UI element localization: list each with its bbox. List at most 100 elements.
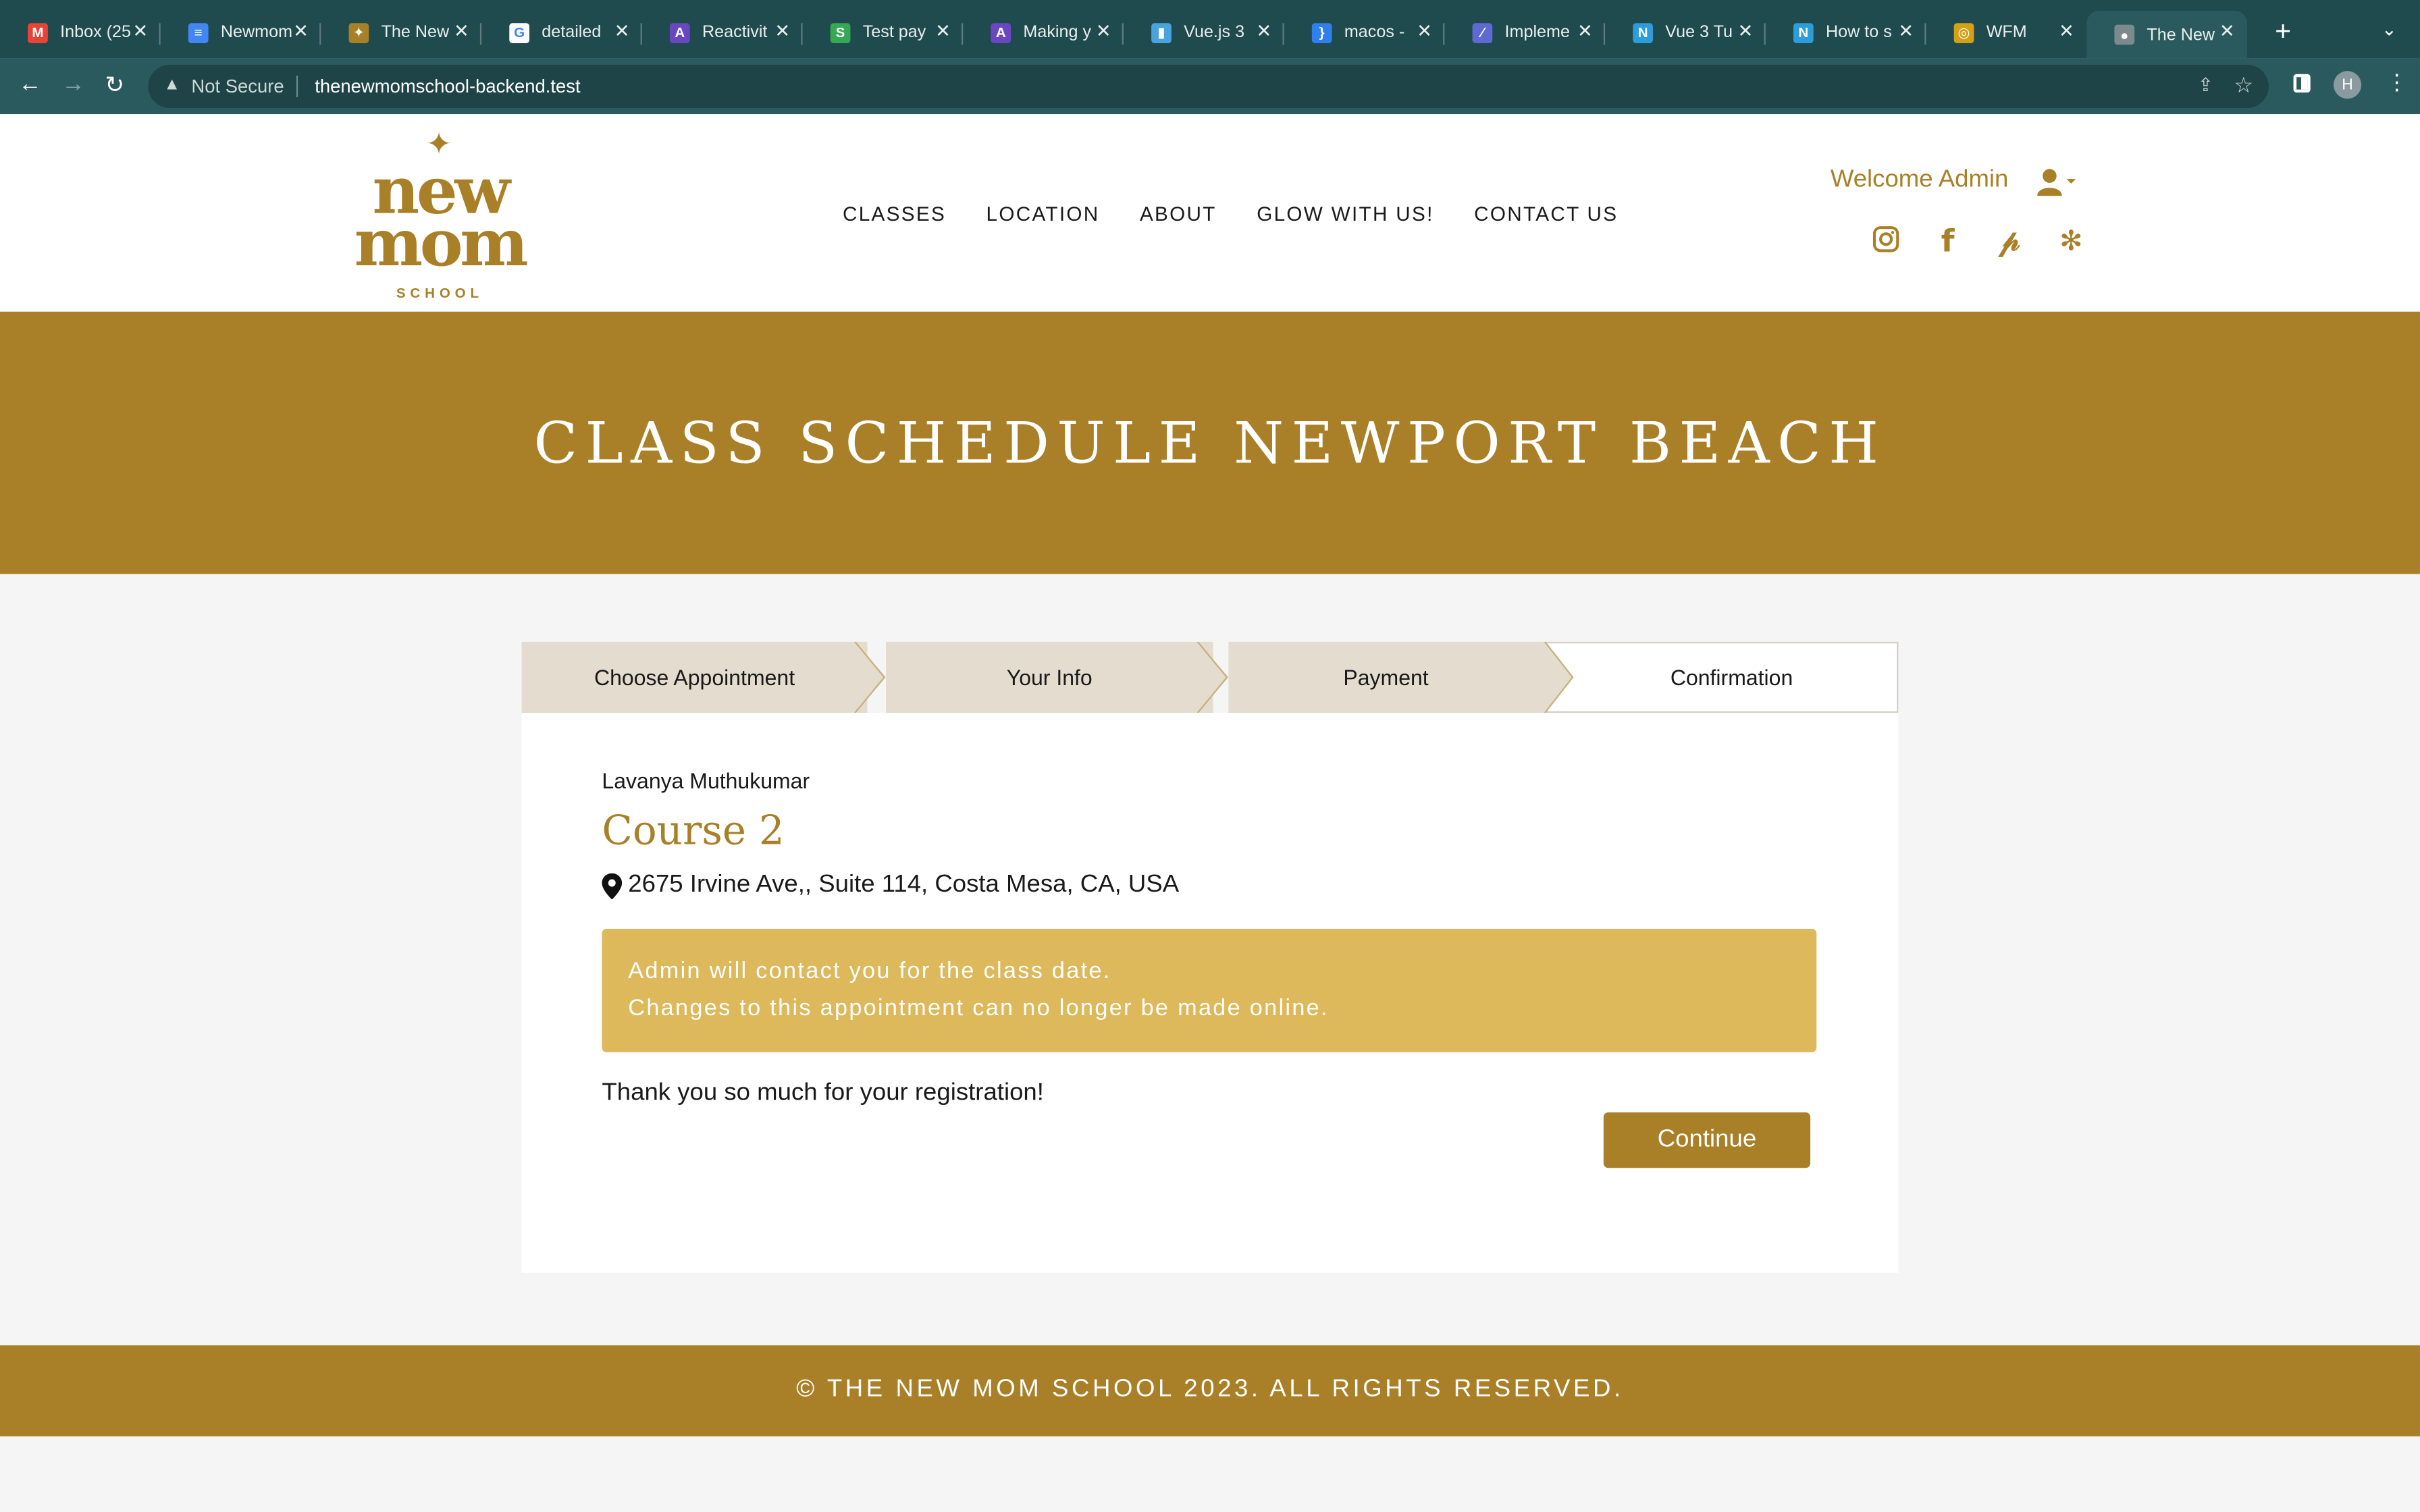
astro-icon: A xyxy=(991,22,1011,43)
main-nav: CLASSES LOCATION ABOUT GLOW WITH US! CON… xyxy=(843,202,1658,225)
browser-tab[interactable]: M Inbox (25 ✕ xyxy=(0,11,161,54)
browser-tab[interactable]: ≡ Newmom ✕ xyxy=(161,11,321,54)
tab-title: The New xyxy=(381,23,450,42)
site-logo[interactable]: ✦ new mom SCHOOL xyxy=(336,126,543,304)
browser-tabstrip: M Inbox (25 ✕ ≡ Newmom ✕ ✦ The New ✕ Gdetailed ✕ A R… xyxy=(0,0,2420,59)
thank-you-text: Thank you so much for your registration! xyxy=(602,1079,1044,1106)
reload-icon[interactable]: ↻ xyxy=(105,71,124,99)
tab-close-icon[interactable]: ✕ xyxy=(2219,20,2235,42)
browser-tab[interactable]: ▮ Vue.js 3 ✕ xyxy=(1124,11,1284,54)
tab-title: detailed xyxy=(542,23,602,42)
browser-toolbar: ← → ↻ ▲ Not Secure thenewmomschool-backe… xyxy=(0,58,2420,115)
step-label: Confirmation xyxy=(1670,665,1793,690)
browser-tab[interactable]: A Reactivit ✕ xyxy=(642,11,803,54)
tab-title: How to s xyxy=(1825,23,1892,42)
nav-glow-with-us[interactable]: GLOW WITH US! xyxy=(1257,202,1433,225)
yelp-icon[interactable]: ✻ xyxy=(2056,225,2087,256)
site-header: ✦ new mom SCHOOL CLASSES LOCATION ABOUT … xyxy=(0,114,2420,312)
tab-title: Vue 3 Tu xyxy=(1665,23,1733,42)
browser-tab[interactable]: ◎ WFM ✕ xyxy=(1926,11,2087,54)
new-tab-button[interactable]: + xyxy=(2275,16,2291,48)
url-text[interactable]: thenewmomschool-backend.test xyxy=(315,76,580,97)
hero-banner: CLASS SCHEDULE NEWPORT BEACH xyxy=(0,311,2420,574)
tab-close-icon[interactable]: ✕ xyxy=(454,20,469,42)
tab-close-icon[interactable]: ✕ xyxy=(1898,20,1914,42)
tab-close-icon[interactable]: ✕ xyxy=(1417,20,1432,42)
browser-tab[interactable]: N How to s ✕ xyxy=(1766,11,1926,54)
chart-icon: ▮ xyxy=(1151,22,1172,43)
tab-close-icon[interactable]: ✕ xyxy=(1738,20,1754,42)
tab-close-icon[interactable]: ✕ xyxy=(935,20,951,42)
facebook-icon[interactable]: f xyxy=(1932,225,1964,256)
welcome-text: Welcome Admin xyxy=(1830,166,2009,193)
tab-title: macos - xyxy=(1344,23,1405,42)
tab-title: Newmom xyxy=(220,23,293,42)
bookmark-star-icon[interactable]: ☆ xyxy=(2234,72,2253,99)
tab-title: Inbox (25 xyxy=(60,23,131,42)
divider xyxy=(296,75,298,97)
profile-avatar[interactable]: H xyxy=(2333,71,2362,99)
tab-close-icon[interactable]: ✕ xyxy=(614,20,630,42)
step-chevron xyxy=(851,641,886,713)
tab-close-icon[interactable]: ✕ xyxy=(1096,20,1111,42)
pinterest-icon[interactable]: 𝓅 xyxy=(1994,225,2025,256)
tab-close-icon[interactable]: ✕ xyxy=(293,20,309,42)
alert-line-2: Changes to this appointment can no longe… xyxy=(628,995,1329,1022)
tab-close-icon[interactable]: ✕ xyxy=(2059,20,2074,42)
page-title: CLASS SCHEDULE NEWPORT BEACH xyxy=(533,410,1887,477)
browser-tab[interactable]: ⁄ Impleme ✕ xyxy=(1444,11,1606,54)
browser-menu-icon[interactable]: ⋮ xyxy=(2386,70,2408,96)
step-your-info[interactable]: Your Info xyxy=(885,641,1213,713)
braces-icon: } xyxy=(1311,22,1332,43)
instagram-icon[interactable] xyxy=(1870,225,1901,256)
user-icon xyxy=(2037,169,2076,196)
logo-line-school: SCHOOL xyxy=(396,285,483,301)
share-icon[interactable]: ⇪ xyxy=(2198,74,2213,96)
tab-close-icon[interactable]: ✕ xyxy=(774,20,790,42)
step-payment[interactable]: Payment xyxy=(1228,641,1544,713)
continue-button[interactable]: Continue xyxy=(1603,1112,1811,1168)
n-icon: N xyxy=(1793,22,1814,43)
linear-icon: ⁄ xyxy=(1472,22,1493,43)
copyright-text: © THE NEW MOM SCHOOL 2023. ALL RIGHTS RE… xyxy=(796,1376,1624,1403)
tab-title: Reactivit xyxy=(702,23,768,42)
tab-close-icon[interactable]: ✕ xyxy=(132,20,148,42)
user-dropdown-icon[interactable] xyxy=(2037,168,2077,204)
astro-icon: A xyxy=(669,22,690,43)
tab-title: WFM xyxy=(1986,23,2027,42)
browser-tab[interactable]: Gdetailed ✕ xyxy=(481,11,642,54)
step-label: Your Info xyxy=(1006,665,1093,690)
customer-name: Lavanya Muthukumar xyxy=(602,768,810,793)
browser-tab[interactable]: } macos - ✕ xyxy=(1284,11,1445,54)
browser-tab[interactable]: S Test pay ✕ xyxy=(803,11,964,54)
tab-close-icon[interactable]: ✕ xyxy=(1256,20,1271,42)
n-icon: N xyxy=(1633,22,1653,43)
browser-tab[interactable]: ✦ The New ✕ xyxy=(321,11,482,54)
back-icon[interactable]: ← xyxy=(18,71,41,97)
social-links: f 𝓅 ✻ xyxy=(1870,225,2118,256)
step-choose-appointment[interactable]: Choose Appointment xyxy=(521,641,868,713)
address-bar[interactable]: ▲ Not Secure thenewmomschool-backend.tes… xyxy=(148,64,2269,108)
nav-location[interactable]: LOCATION xyxy=(987,202,1100,225)
browser-tab[interactable]: N Vue 3 Tu ✕ xyxy=(1605,11,1766,54)
tab-search-icon[interactable]: ⌄ xyxy=(2382,18,2397,40)
forward-icon[interactable]: → xyxy=(61,71,84,97)
step-label: Choose Appointment xyxy=(594,665,795,690)
browser-tab[interactable]: ● The New ✕ xyxy=(2086,10,2247,59)
site-footer: © THE NEW MOM SCHOOL 2023. ALL RIGHTS RE… xyxy=(0,1345,2420,1436)
nav-about[interactable]: ABOUT xyxy=(1140,202,1217,225)
tab-title: Vue.js 3 xyxy=(1184,23,1245,42)
nav-contact-us[interactable]: CONTACT US xyxy=(1474,202,1618,225)
gmail-icon: M xyxy=(28,22,48,43)
side-panel-icon[interactable] xyxy=(2293,74,2311,93)
confirmation-card: Lavanya Muthukumar Course 2 2675 Irvine … xyxy=(521,712,1899,1273)
tab-title: Impleme xyxy=(1504,23,1570,42)
browser-tab[interactable]: A Making y ✕ xyxy=(963,11,1124,54)
logo-line-mom: mom xyxy=(354,205,529,281)
tab-close-icon[interactable]: ✕ xyxy=(1577,20,1593,42)
google-icon: G xyxy=(509,22,529,43)
nav-classes[interactable]: CLASSES xyxy=(843,202,946,225)
step-confirmation[interactable]: Confirmation xyxy=(1543,641,1899,713)
map-pin-icon xyxy=(602,872,623,899)
newmom-icon: ✦ xyxy=(348,22,369,43)
